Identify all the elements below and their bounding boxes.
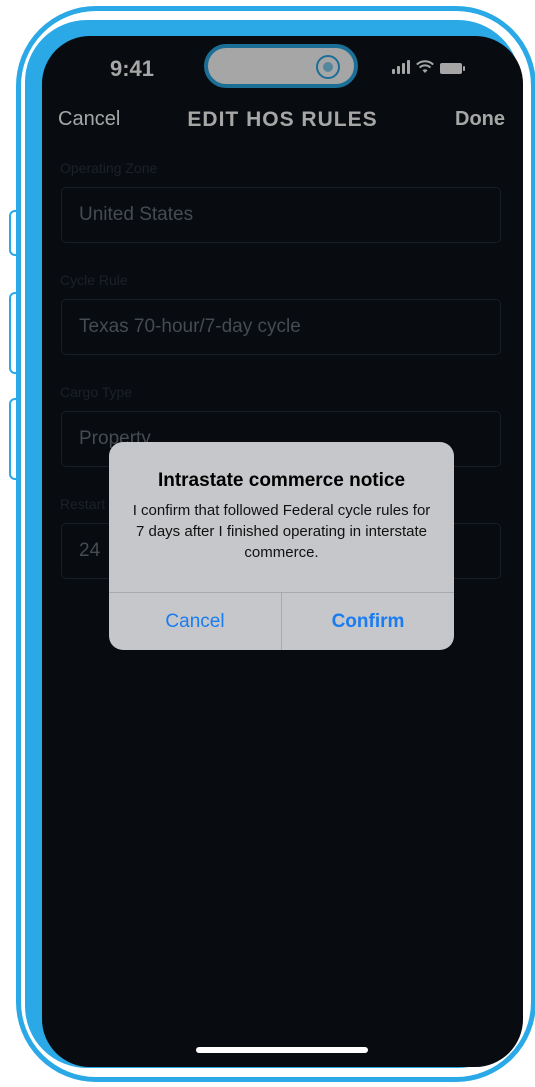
volume-up-button [9,292,16,374]
home-indicator[interactable] [196,1047,368,1053]
phone-screen: 9:41 EDIT HOS RULES Cancel Done Operatin… [42,36,523,1067]
phone-mockup: 9:41 EDIT HOS RULES Cancel Done Operatin… [0,0,535,1087]
alert-cancel-button[interactable]: Cancel [109,593,281,650]
alert-title: Intrastate commerce notice [157,470,406,491]
intrastate-alert-dialog: Intrastate commerce notice I confirm tha… [109,442,454,650]
action-button [9,210,16,256]
alert-confirm-button[interactable]: Confirm [282,593,454,650]
volume-down-button [9,398,16,480]
alert-message: I confirm that followed Federal cycle ru… [132,502,431,561]
